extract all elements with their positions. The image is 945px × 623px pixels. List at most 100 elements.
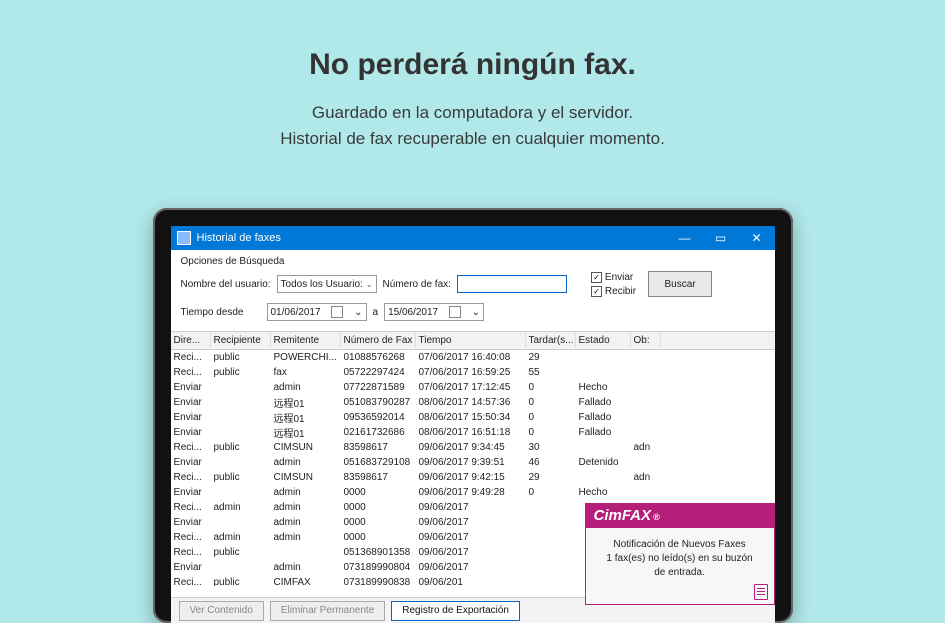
table-cell: 0 (526, 381, 576, 394)
table-cell: 07/06/2017 16:59:25 (416, 366, 526, 379)
table-cell: Enviar (171, 411, 211, 424)
table-row[interactable]: Reci...publicCIMSUN8359861709/06/2017 9:… (171, 440, 775, 455)
hero-title: No perderá ningún fax. (0, 0, 945, 82)
date-from-input[interactable]: 01/06/2017 ⌄ (267, 303, 367, 321)
time-to-label: a (373, 307, 379, 318)
hero-line2: Historial de fax recuperable en cualquie… (0, 126, 945, 152)
table-cell (526, 552, 576, 554)
notification-line2: 1 fax(es) no leído(s) en su buzón (594, 552, 766, 566)
table-cell: 09/06/2017 (416, 501, 526, 514)
send-checkbox[interactable]: ✓ Enviar (591, 272, 636, 283)
table-cell: Enviar (171, 561, 211, 574)
table-cell (526, 537, 576, 539)
table-cell: Enviar (171, 486, 211, 499)
column-header[interactable]: Recipiente (211, 333, 271, 348)
faxnum-label: Número de fax: (383, 279, 451, 290)
table-row[interactable]: Enviar远程0105108379028708/06/2017 14:57:3… (171, 395, 775, 410)
faxnum-input[interactable] (457, 275, 567, 293)
table-cell: 55 (526, 366, 576, 379)
table-cell: Fallado (576, 426, 631, 439)
notification-body: Notificación de Nuevos Faxes 1 fax(es) n… (586, 528, 774, 604)
table-cell: CIMFAX (271, 576, 341, 586)
table-cell: 46 (526, 456, 576, 469)
notification-popup[interactable]: CimFAX ® Notificación de Nuevos Faxes 1 … (585, 503, 775, 605)
column-header[interactable]: Estado (576, 333, 631, 348)
notification-brand: CimFAX (594, 507, 652, 524)
user-label: Nombre del usuario: (181, 279, 271, 290)
date-from-value: 01/06/2017 (271, 307, 321, 318)
table-cell: 0000 (341, 486, 416, 499)
table-cell: adn (631, 471, 661, 484)
table-cell (211, 432, 271, 434)
table-cell: admin (271, 531, 341, 544)
delete-permanent-button[interactable]: Eliminar Permanente (270, 601, 385, 621)
table-row[interactable]: Enviar admin000009/06/2017 9:49:280Hecho (171, 485, 775, 500)
table-cell: 0000 (341, 531, 416, 544)
table-cell (631, 402, 661, 404)
hero-subtitle: Guardado en la computadora y el servidor… (0, 100, 945, 151)
export-log-button[interactable]: Registro de Exportación (391, 601, 520, 621)
maximize-button[interactable]: ▭ (703, 226, 739, 250)
table-cell (576, 447, 631, 449)
table-cell: 0 (526, 486, 576, 499)
view-content-button[interactable]: Ver Contenido (179, 601, 264, 621)
table-cell: 08/06/2017 15:50:34 (416, 411, 526, 424)
table-cell: Detenido (576, 456, 631, 469)
table-cell: adn (631, 441, 661, 454)
table-cell: CIMSUN (271, 471, 341, 484)
receive-checkbox[interactable]: ✓ Recibir (591, 286, 636, 297)
table-cell: Enviar (171, 426, 211, 439)
column-header[interactable]: Tiempo (416, 333, 526, 348)
date-to-input[interactable]: 15/06/2017 ⌄ (384, 303, 484, 321)
chevron-down-icon: ⌄ (366, 280, 373, 289)
column-header[interactable]: Remitente (271, 333, 341, 348)
document-icon (754, 584, 768, 600)
table-cell (211, 522, 271, 524)
time-from-label: Tiempo desde (181, 307, 261, 318)
table-cell: Reci... (171, 501, 211, 514)
table-cell: 29 (526, 471, 576, 484)
table-cell: 83598617 (341, 441, 416, 454)
user-dropdown[interactable]: Todos los Usuario: ⌄ (277, 275, 377, 293)
chevron-down-icon: ⌄ (354, 307, 362, 318)
table-row[interactable]: Enviaradmin05168372910809/06/2017 9:39:5… (171, 455, 775, 470)
table-cell: 09/06/2017 (416, 561, 526, 574)
table-cell: 01088576268 (341, 351, 416, 364)
minimize-button[interactable]: — (667, 226, 703, 250)
column-header[interactable]: Ob: (631, 333, 661, 348)
table-row[interactable]: Reci...publicPOWERCHI...0108857626807/06… (171, 350, 775, 365)
column-header[interactable]: Dire... (171, 333, 211, 348)
table-row[interactable]: Reci...publicCIMSUN8359861709/06/2017 9:… (171, 470, 775, 485)
notification-header: CimFAX ® (586, 504, 774, 528)
table-cell: 09/06/2017 (416, 546, 526, 559)
table-cell: Hecho (576, 486, 631, 499)
table-row[interactable]: Enviaradmin0772287158907/06/2017 17:12:4… (171, 380, 775, 395)
table-cell: 09/06/2017 9:34:45 (416, 441, 526, 454)
table-cell: admin (271, 486, 341, 499)
table-row[interactable]: Enviar远程010216173268608/06/2017 16:51:18… (171, 425, 775, 440)
table-cell: 09/06/2017 9:39:51 (416, 456, 526, 469)
laptop-frame: Historial de faxes — ▭ ✕ Opciones de Bús… (153, 208, 793, 623)
table-cell: admin (271, 561, 341, 574)
table-cell (526, 507, 576, 509)
close-button[interactable]: ✕ (739, 226, 775, 250)
table-cell (576, 477, 631, 479)
column-header[interactable]: Tardar(s... (526, 333, 576, 348)
hero-line1: Guardado en la computadora y el servidor… (0, 100, 945, 126)
column-header[interactable]: Número de Fax (341, 333, 416, 348)
search-panel: Opciones de Búsqueda Nombre del usuario:… (171, 250, 775, 331)
table-cell: 07/06/2017 17:12:45 (416, 381, 526, 394)
table-cell: Reci... (171, 441, 211, 454)
search-button[interactable]: Buscar (648, 271, 712, 297)
table-row[interactable]: Reci...publicfax0572229742407/06/2017 16… (171, 365, 775, 380)
checkbox-icon: ✓ (591, 286, 602, 297)
table-cell: 09/06/2017 9:49:28 (416, 486, 526, 499)
table-cell: 0 (526, 411, 576, 424)
receive-checkbox-label: Recibir (605, 286, 636, 297)
app-icon (177, 231, 191, 245)
table-cell: 02161732686 (341, 426, 416, 439)
table-cell: Reci... (171, 546, 211, 559)
table-cell (576, 372, 631, 374)
table-cell: public (211, 471, 271, 484)
table-row[interactable]: Enviar远程010953659201408/06/2017 15:50:34… (171, 410, 775, 425)
